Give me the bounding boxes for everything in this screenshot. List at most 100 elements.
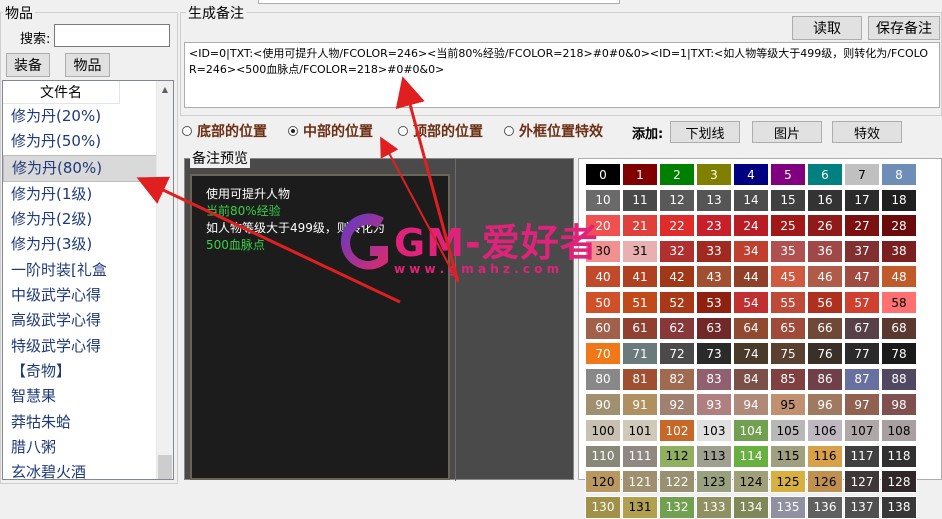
- palette-cell[interactable]: 122: [659, 470, 695, 494]
- palette-cell[interactable]: 13: [696, 188, 732, 212]
- palette-cell[interactable]: 104: [733, 419, 769, 442]
- palette-cell[interactable]: 111: [622, 444, 658, 468]
- palette-cell[interactable]: 16: [807, 188, 843, 212]
- palette-cell[interactable]: 115: [770, 444, 806, 468]
- palette-cell[interactable]: 112: [659, 444, 695, 468]
- list-item[interactable]: 修为丹(2级): [3, 207, 157, 232]
- palette-cell[interactable]: 73: [696, 342, 732, 366]
- palette-cell[interactable]: 105: [770, 419, 806, 442]
- effect-button[interactable]: 特效: [832, 121, 902, 143]
- palette-cell[interactable]: 133: [696, 495, 732, 519]
- scroll-up-icon[interactable]: ▲: [157, 81, 173, 98]
- palette-cell[interactable]: 55: [770, 291, 806, 314]
- palette-cell[interactable]: 91: [622, 393, 658, 417]
- list-item[interactable]: 玄冰碧火酒: [3, 460, 157, 479]
- palette-cell[interactable]: 47: [844, 265, 880, 289]
- palette-cell[interactable]: 114: [733, 444, 769, 468]
- palette-cell[interactable]: 126: [807, 470, 843, 494]
- palette-cell[interactable]: 83: [696, 367, 732, 391]
- palette-cell[interactable]: 110: [585, 444, 621, 468]
- palette-cell[interactable]: 100: [585, 419, 621, 442]
- palette-cell[interactable]: 87: [844, 367, 880, 391]
- palette-cell[interactable]: 45: [770, 265, 806, 289]
- palette-cell[interactable]: 74: [733, 342, 769, 366]
- palette-cell[interactable]: 43: [696, 265, 732, 289]
- palette-cell[interactable]: 118: [881, 444, 917, 468]
- palette-cell[interactable]: 31: [622, 239, 658, 263]
- list-item[interactable]: 一阶时装[礼盒: [3, 258, 157, 283]
- palette-cell[interactable]: 44: [733, 265, 769, 289]
- palette-cell[interactable]: 57: [844, 291, 880, 314]
- item-button[interactable]: 物品: [65, 53, 110, 77]
- palette-cell[interactable]: 86: [807, 367, 843, 391]
- palette-cell[interactable]: 33: [696, 239, 732, 263]
- palette-cell[interactable]: 27: [844, 214, 880, 238]
- list-item[interactable]: 智慧果: [3, 384, 157, 409]
- palette-cell[interactable]: 117: [844, 444, 880, 468]
- palette-cell[interactable]: 120: [585, 470, 621, 494]
- palette-cell[interactable]: 101: [622, 419, 658, 442]
- palette-cell[interactable]: 17: [844, 188, 880, 212]
- list-item[interactable]: 修为丹(20%): [3, 104, 157, 129]
- palette-cell[interactable]: 82: [659, 367, 695, 391]
- palette-cell[interactable]: 66: [807, 316, 843, 340]
- palette-cell[interactable]: 54: [733, 291, 769, 314]
- list-scrollbar[interactable]: ▲: [156, 81, 173, 479]
- palette-cell[interactable]: 12: [659, 188, 695, 212]
- palette-cell[interactable]: 5: [770, 163, 806, 186]
- palette-cell[interactable]: 41: [622, 265, 658, 289]
- save-note-button[interactable]: 保存备注: [868, 16, 940, 40]
- palette-cell[interactable]: 98: [881, 393, 917, 417]
- search-input[interactable]: [54, 24, 170, 47]
- palette-cell[interactable]: 3: [696, 163, 732, 186]
- palette-cell[interactable]: 131: [622, 495, 658, 519]
- list-item[interactable]: 莽牯朱蛤: [3, 410, 157, 435]
- palette-cell[interactable]: 0: [585, 163, 621, 186]
- palette-cell[interactable]: 26: [807, 214, 843, 238]
- palette-cell[interactable]: 35: [770, 239, 806, 263]
- palette-cell[interactable]: 96: [807, 393, 843, 417]
- palette-cell[interactable]: 64: [733, 316, 769, 340]
- palette-cell[interactable]: 84: [733, 367, 769, 391]
- list-item[interactable]: 特级武学心得: [3, 334, 157, 359]
- palette-cell[interactable]: 18: [881, 188, 917, 212]
- palette-cell[interactable]: 130: [585, 495, 621, 519]
- list-item[interactable]: 修为丹(1级): [3, 182, 157, 207]
- palette-cell[interactable]: 52: [659, 291, 695, 314]
- palette-cell[interactable]: 65: [770, 316, 806, 340]
- palette-cell[interactable]: 56: [807, 291, 843, 314]
- palette-cell[interactable]: 32: [659, 239, 695, 263]
- palette-cell[interactable]: 71: [622, 342, 658, 366]
- palette-cell[interactable]: 7: [844, 163, 880, 186]
- palette-cell[interactable]: 53: [696, 291, 732, 314]
- position-radio[interactable]: 底部的位置: [182, 121, 267, 141]
- palette-cell[interactable]: 22: [659, 214, 695, 238]
- palette-cell[interactable]: 81: [622, 367, 658, 391]
- palette-cell[interactable]: 121: [622, 470, 658, 494]
- palette-cell[interactable]: 135: [770, 495, 806, 519]
- palette-cell[interactable]: 67: [844, 316, 880, 340]
- palette-cell[interactable]: 34: [733, 239, 769, 263]
- palette-cell[interactable]: 50: [585, 291, 621, 314]
- palette-cell[interactable]: 102: [659, 419, 695, 442]
- palette-cell[interactable]: 58: [881, 291, 917, 314]
- palette-cell[interactable]: 85: [770, 367, 806, 391]
- palette-cell[interactable]: 14: [733, 188, 769, 212]
- palette-cell[interactable]: 113: [696, 444, 732, 468]
- column-header-filename[interactable]: 文件名: [3, 81, 120, 104]
- palette-cell[interactable]: 106: [807, 419, 843, 442]
- palette-cell[interactable]: 37: [844, 239, 880, 263]
- equip-button[interactable]: 装备: [6, 53, 50, 77]
- scrollbar-track[interactable]: [158, 455, 172, 479]
- palette-cell[interactable]: 116: [807, 444, 843, 468]
- palette-cell[interactable]: 134: [733, 495, 769, 519]
- read-button[interactable]: 读取: [792, 16, 862, 40]
- list-item[interactable]: 修为丹(80%): [3, 154, 157, 182]
- note-textarea[interactable]: <ID=0|TXT:<使用可提升人物/FCOLOR=246><当前80%经验/F…: [184, 42, 940, 108]
- palette-cell[interactable]: 103: [696, 419, 732, 442]
- palette-cell[interactable]: 36: [807, 239, 843, 263]
- palette-cell[interactable]: 48: [881, 265, 917, 289]
- palette-cell[interactable]: 46: [807, 265, 843, 289]
- list-item[interactable]: 高级武学心得: [3, 308, 157, 333]
- list-item[interactable]: 中级武学心得: [3, 283, 157, 308]
